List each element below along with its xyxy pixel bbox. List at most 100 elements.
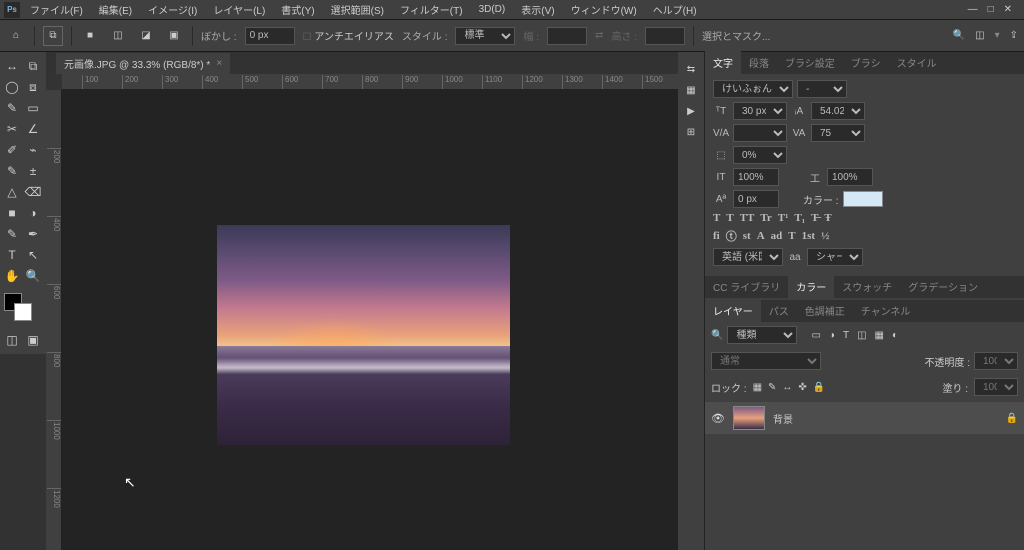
tab-brush-settings[interactable]: ブラシ設定 — [777, 51, 843, 74]
tab-swatches[interactable]: スウォッチ — [834, 275, 900, 298]
antialias-select[interactable]: シャープ — [807, 248, 863, 266]
canvas[interactable] — [62, 90, 678, 550]
selection-subtract-icon[interactable]: ◪ — [136, 26, 156, 46]
filter-icon-4[interactable]: ▦ — [875, 330, 884, 341]
tab-channels[interactable]: チャンネル — [853, 299, 919, 322]
tool-5[interactable]: ▭ — [23, 98, 43, 118]
opentype-6[interactable]: 1st — [802, 230, 815, 242]
type-style-1[interactable]: T — [726, 212, 733, 224]
layer-filter-select[interactable]: 種類 — [727, 326, 797, 344]
dock-icon-3[interactable]: ⊞ — [687, 127, 695, 138]
tool-9[interactable]: ⌁ — [23, 140, 43, 160]
height-input[interactable] — [645, 27, 685, 45]
tool-18[interactable]: T — [2, 245, 22, 265]
lock-option-0[interactable]: ▦ — [753, 382, 762, 393]
tool-21[interactable]: 🔍 — [23, 266, 43, 286]
font-style-select[interactable]: - — [797, 80, 847, 98]
dock-icon-0[interactable]: ⇆ — [687, 64, 695, 75]
opentype-4[interactable]: ad — [771, 230, 783, 242]
tool-1[interactable]: ⧉ — [23, 56, 43, 76]
selection-new-icon[interactable]: ■ — [80, 26, 100, 46]
menu-view[interactable]: 表示(V) — [515, 2, 560, 17]
filter-icon-0[interactable]: ▭ — [811, 330, 820, 341]
swap-icon[interactable]: ⇄ — [595, 30, 603, 41]
document-tab[interactable]: 元画像.JPG @ 33.3% (RGB/8*) * × — [56, 53, 230, 74]
ruler-origin[interactable] — [46, 74, 62, 90]
menu-3d[interactable]: 3D(D) — [473, 4, 512, 15]
language-select[interactable]: 英語 (米国) — [713, 248, 783, 266]
font-size-input[interactable]: 30 px — [733, 102, 787, 120]
horizontal-ruler[interactable]: 0010020030040050060070080090010001100120… — [62, 74, 678, 90]
menu-edit[interactable]: 編集(E) — [93, 2, 138, 17]
visibility-icon[interactable]: 👁 — [711, 412, 725, 425]
quickmask-icon[interactable]: ◫ — [2, 330, 22, 350]
menu-help[interactable]: ヘルプ(H) — [647, 2, 703, 17]
close-button[interactable]: ✕ — [1004, 4, 1012, 15]
tool-12[interactable]: △ — [2, 182, 22, 202]
color-swatches[interactable] — [4, 293, 44, 323]
document-image[interactable] — [217, 225, 510, 445]
menu-window[interactable]: ウィンドウ(W) — [565, 2, 643, 17]
dock-icon-2[interactable]: ▶ — [687, 106, 695, 117]
tab-brush[interactable]: ブラシ — [843, 51, 889, 74]
lock-option-1[interactable]: ✎ — [768, 382, 776, 393]
menu-filter[interactable]: フィルター(T) — [394, 2, 469, 17]
tab-layers[interactable]: レイヤー — [705, 299, 761, 322]
type-style-6[interactable]: T̶ — [811, 212, 818, 224]
tool-0[interactable]: ↔ — [2, 56, 22, 76]
kerning-input[interactable] — [733, 124, 787, 142]
opentype-7[interactable]: ½ — [821, 230, 829, 242]
tab-paths[interactable]: パス — [761, 299, 797, 322]
type-style-5[interactable]: T₁ — [794, 212, 805, 224]
tracking-input[interactable]: 75 — [811, 124, 865, 142]
opentype-3[interactable]: A — [757, 230, 765, 242]
width-input[interactable] — [547, 27, 587, 45]
tab-character[interactable]: 文字 — [705, 51, 741, 74]
vertical-ruler[interactable]: 0200400600800100012001400 — [46, 90, 62, 550]
close-tab-icon[interactable]: × — [216, 58, 222, 69]
opentype-5[interactable]: T — [788, 230, 795, 242]
opacity-input[interactable]: 100% — [974, 352, 1018, 370]
tab-gradients[interactable]: グラデーション — [900, 275, 986, 298]
dock-icon-1[interactable]: ▦ — [686, 85, 695, 96]
style-select[interactable]: 標準 — [455, 27, 515, 45]
font-family-select[interactable]: けいふぉんと — [713, 80, 793, 98]
type-style-7[interactable]: Ŧ — [824, 212, 831, 224]
tool-7[interactable]: ∠ — [23, 119, 43, 139]
opentype-0[interactable]: fi — [713, 230, 720, 242]
filter-icon-1[interactable]: ◑ — [829, 330, 835, 341]
selection-add-icon[interactable]: ◫ — [108, 26, 128, 46]
lock-icon[interactable]: 🔒 — [1006, 413, 1018, 424]
blend-mode-select[interactable]: 通常 — [711, 352, 821, 370]
hscale-input[interactable] — [827, 168, 873, 186]
minimize-button[interactable]: — — [968, 4, 978, 15]
type-style-3[interactable]: Tr — [760, 212, 771, 224]
vscale-input[interactable] — [733, 168, 779, 186]
lock-option-3[interactable]: ✜ — [798, 382, 806, 393]
tool-8[interactable]: ✐ — [2, 140, 22, 160]
tab-paragraph[interactable]: 段落 — [741, 51, 777, 74]
opentype-1[interactable]: ⓣ — [726, 228, 737, 244]
baseline-pct-input[interactable]: 0% — [733, 146, 787, 164]
filter-icon-3[interactable]: ◫ — [857, 330, 866, 341]
feather-input[interactable] — [245, 27, 295, 45]
tool-2[interactable]: ◯ — [2, 77, 22, 97]
tool-preset-icon[interactable]: ⧉ — [43, 26, 63, 46]
screenmode-icon[interactable]: ▣ — [23, 330, 43, 350]
tool-20[interactable]: ✋ — [2, 266, 22, 286]
tab-color[interactable]: カラー — [788, 275, 834, 298]
home-icon[interactable]: ⌂ — [6, 26, 26, 46]
tool-3[interactable]: ⧈ — [23, 77, 43, 97]
share-icon[interactable]: ⇪ — [1010, 30, 1018, 41]
tool-4[interactable]: ✎ — [2, 98, 22, 118]
tool-17[interactable]: ✒ — [23, 224, 43, 244]
layer-thumbnail[interactable] — [733, 406, 765, 430]
tab-adjustments[interactable]: 色調補正 — [797, 299, 853, 322]
menu-select[interactable]: 選択範囲(S) — [325, 2, 390, 17]
fill-input[interactable]: 100% — [974, 378, 1018, 396]
filter-icon-2[interactable]: T — [843, 330, 849, 341]
menu-file[interactable]: ファイル(F) — [24, 2, 89, 17]
layer-name[interactable]: 背景 — [773, 411, 793, 426]
tab-cclibraries[interactable]: CC ライブラリ — [705, 275, 788, 298]
type-style-0[interactable]: T — [713, 212, 720, 224]
